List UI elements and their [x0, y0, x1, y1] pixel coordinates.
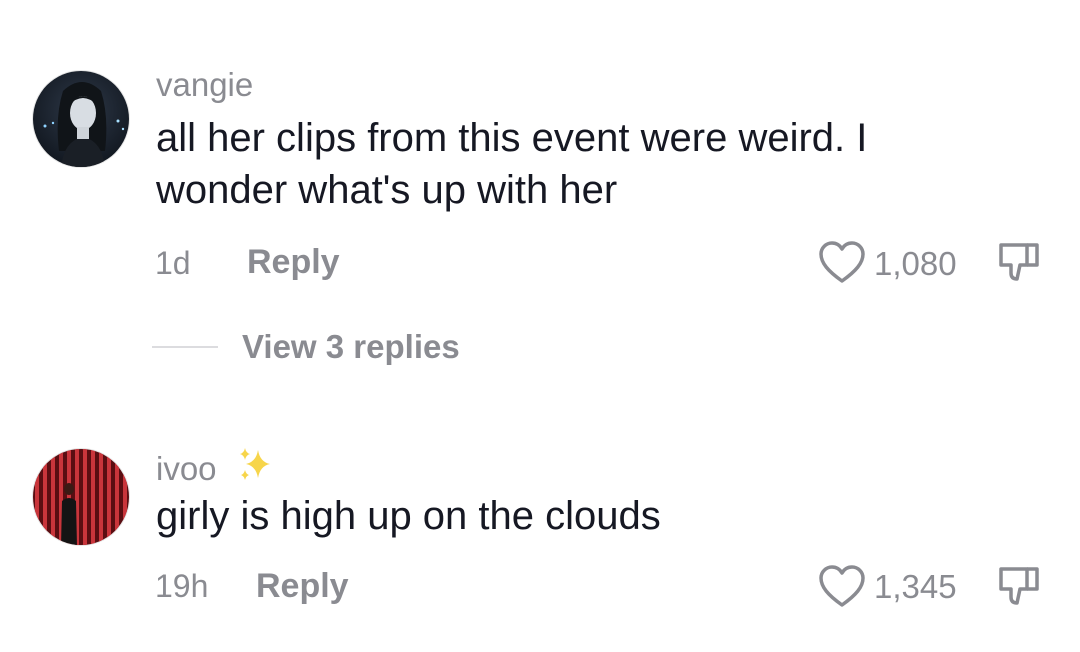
comment-text: all her clips from this event were weird…: [156, 112, 986, 216]
avatar-image: [33, 449, 129, 545]
timestamp: 1d: [155, 245, 191, 281]
view-replies-divider: [152, 346, 218, 348]
username-text: ivoo: [156, 450, 217, 487]
username[interactable]: ivoo: [156, 446, 274, 489]
comment-text-line: wonder what's up with her: [156, 168, 618, 212]
heart-outline-icon: [819, 241, 865, 283]
reply-button[interactable]: Reply: [256, 569, 349, 603]
view-replies-button[interactable]: View 3 replies: [242, 330, 460, 363]
username-text: vangie: [156, 66, 254, 103]
comment-text: girly is high up on the clouds: [156, 490, 986, 542]
thumbs-down-icon: [999, 567, 1039, 605]
avatar-image: [33, 71, 129, 167]
timestamp: 19h: [155, 568, 209, 604]
avatar[interactable]: [32, 448, 130, 546]
like-count: 1,080: [874, 245, 957, 282]
avatar[interactable]: [32, 70, 130, 168]
dislike-button[interactable]: [996, 563, 1042, 609]
username[interactable]: vangie: [156, 68, 253, 101]
like-button[interactable]: [818, 565, 866, 609]
reply-button[interactable]: Reply: [247, 245, 340, 279]
heart-outline-icon: [819, 565, 865, 607]
like-button[interactable]: [818, 241, 866, 285]
comment-text-line: all her clips from this event were weird…: [156, 116, 868, 160]
sparkles-icon: [236, 446, 274, 489]
thumbs-down-icon: [999, 243, 1039, 281]
like-count: 1,345: [874, 568, 957, 605]
dislike-button[interactable]: [996, 239, 1042, 285]
comment-text-line: girly is high up on the clouds: [156, 494, 661, 538]
